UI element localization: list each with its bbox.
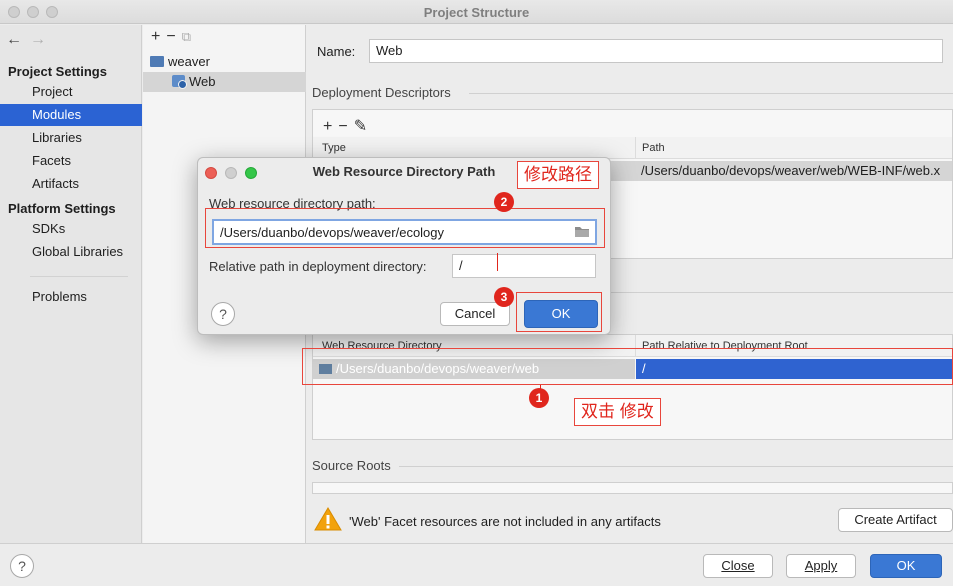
annotation-badge-1: 1 bbox=[529, 388, 549, 408]
deployment-descriptors-heading: Deployment Descriptors bbox=[312, 85, 451, 100]
copy-icon[interactable]: ⧉ bbox=[182, 29, 197, 44]
name-field[interactable]: Web bbox=[369, 39, 943, 63]
folder-module-icon bbox=[150, 56, 164, 67]
column-path[interactable]: Path bbox=[635, 137, 665, 159]
project-structure-window: Project Structure ←→ Project Settings Pr… bbox=[0, 0, 953, 586]
remove-icon[interactable]: − bbox=[338, 118, 353, 135]
web-facet-icon bbox=[172, 75, 187, 89]
annotation-note-double-click: 双击 修改 bbox=[574, 398, 661, 426]
close-button[interactable]: Close bbox=[703, 554, 773, 578]
back-arrow-icon[interactable]: ← bbox=[6, 31, 30, 48]
sidebar-item-global-libraries[interactable]: Global Libraries bbox=[0, 241, 142, 263]
tree-node-label: Web bbox=[189, 74, 216, 89]
descriptor-toolbar: +−✎ bbox=[323, 116, 373, 136]
ok-button[interactable]: OK bbox=[870, 554, 942, 578]
relative-path-label: Relative path in deployment directory: bbox=[209, 259, 427, 274]
apply-button[interactable]: Apply bbox=[786, 554, 856, 578]
sidebar-item-libraries[interactable]: Libraries bbox=[0, 127, 142, 149]
annotation-marker-line bbox=[497, 253, 498, 271]
annotation-box-ok bbox=[516, 292, 602, 332]
help-button[interactable]: ? bbox=[10, 554, 34, 578]
sidebar-item-sdks[interactable]: SDKs bbox=[0, 218, 142, 240]
warning-icon bbox=[314, 507, 342, 531]
sidebar-item-facets[interactable]: Facets bbox=[0, 150, 142, 172]
create-artifact-button[interactable]: Create Artifact bbox=[838, 508, 953, 532]
descriptor-path-cell: /Users/duanbo/devops/weaver/web/WEB-INF/… bbox=[641, 163, 941, 178]
annotation-note-modify-path: 修改路径 bbox=[517, 161, 599, 189]
remove-icon[interactable]: − bbox=[166, 28, 181, 45]
tree-node-weaver[interactable]: weaver bbox=[143, 52, 306, 72]
sidebar-item-modules[interactable]: Modules bbox=[0, 104, 142, 126]
add-icon[interactable]: + bbox=[151, 28, 166, 45]
sidebar-divider bbox=[30, 276, 128, 277]
annotation-box-path bbox=[205, 208, 605, 248]
group-divider bbox=[469, 93, 953, 94]
warning-text: 'Web' Facet resources are not included i… bbox=[349, 514, 661, 529]
title-bar: Project Structure bbox=[0, 0, 953, 24]
forward-arrow-icon[interactable]: → bbox=[30, 31, 54, 48]
relative-path-input[interactable]: / bbox=[452, 254, 596, 278]
source-roots-heading: Source Roots bbox=[312, 458, 391, 473]
settings-sidebar: ←→ Project Settings Project Modules Libr… bbox=[0, 25, 142, 543]
nav-arrows: ←→ bbox=[6, 31, 54, 49]
sidebar-item-artifacts[interactable]: Artifacts bbox=[0, 173, 142, 195]
annotation-badge-3: 3 bbox=[494, 287, 514, 307]
platform-settings-heading: Platform Settings bbox=[8, 201, 116, 216]
name-label: Name: bbox=[317, 44, 356, 59]
project-settings-heading: Project Settings bbox=[8, 64, 107, 79]
dialog-help-button[interactable]: ? bbox=[211, 302, 235, 326]
edit-pencil-icon[interactable]: ✎ bbox=[354, 118, 373, 135]
source-roots-list[interactable] bbox=[312, 482, 953, 494]
group-divider bbox=[399, 466, 953, 467]
window-title: Project Structure bbox=[423, 5, 530, 20]
dialog-footer: ? Close Apply OK bbox=[0, 543, 953, 586]
annotation-box-row bbox=[302, 348, 953, 385]
column-type[interactable]: Type bbox=[322, 142, 346, 154]
sidebar-item-problems[interactable]: Problems bbox=[0, 286, 142, 308]
tree-node-label: weaver bbox=[168, 54, 210, 69]
add-icon[interactable]: + bbox=[323, 118, 338, 135]
sidebar-item-project[interactable]: Project bbox=[0, 81, 142, 103]
tree-toolbar: +−⧉ bbox=[151, 28, 197, 46]
tree-node-web[interactable]: Web bbox=[143, 72, 306, 92]
table-header: Type Path bbox=[313, 137, 952, 159]
annotation-badge-2: 2 bbox=[494, 192, 514, 212]
